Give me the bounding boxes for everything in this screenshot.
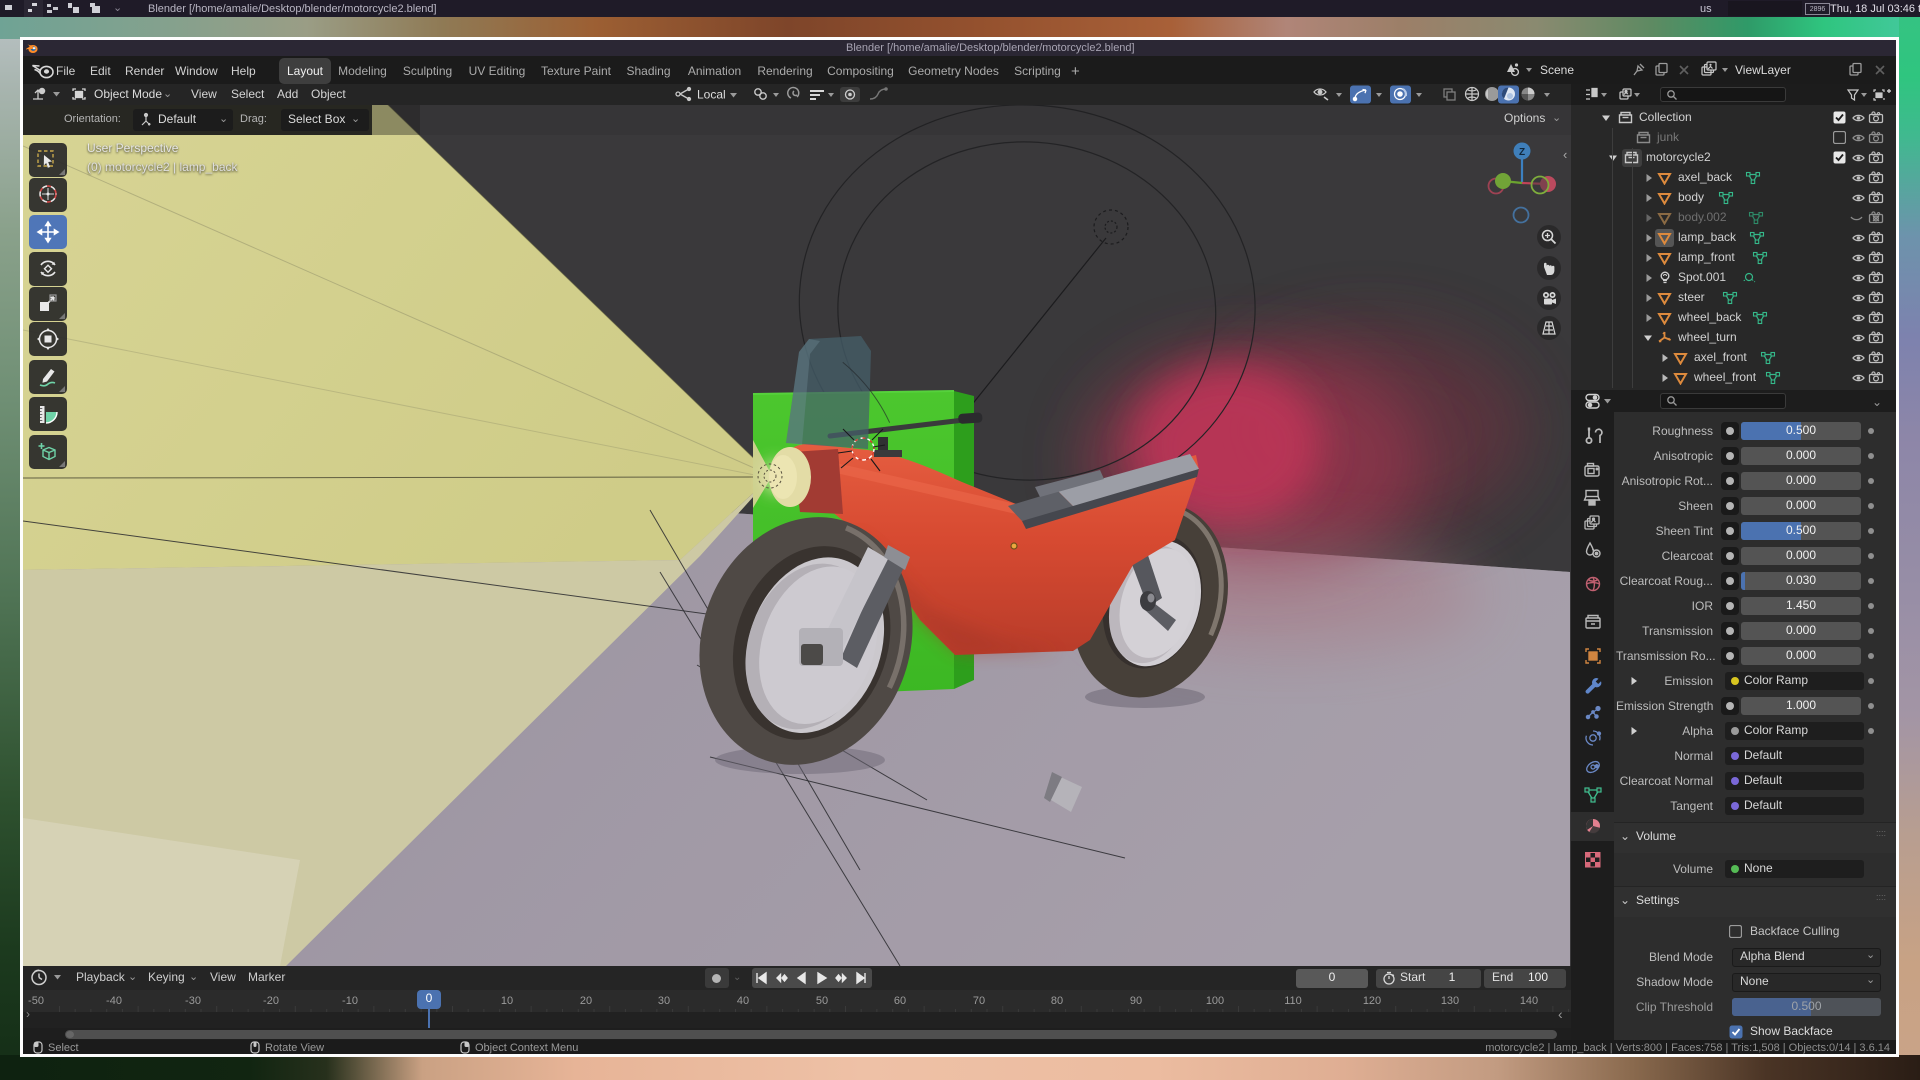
svg-text:Z: Z [1519, 147, 1525, 158]
svg-text:Local: Local [697, 88, 726, 102]
